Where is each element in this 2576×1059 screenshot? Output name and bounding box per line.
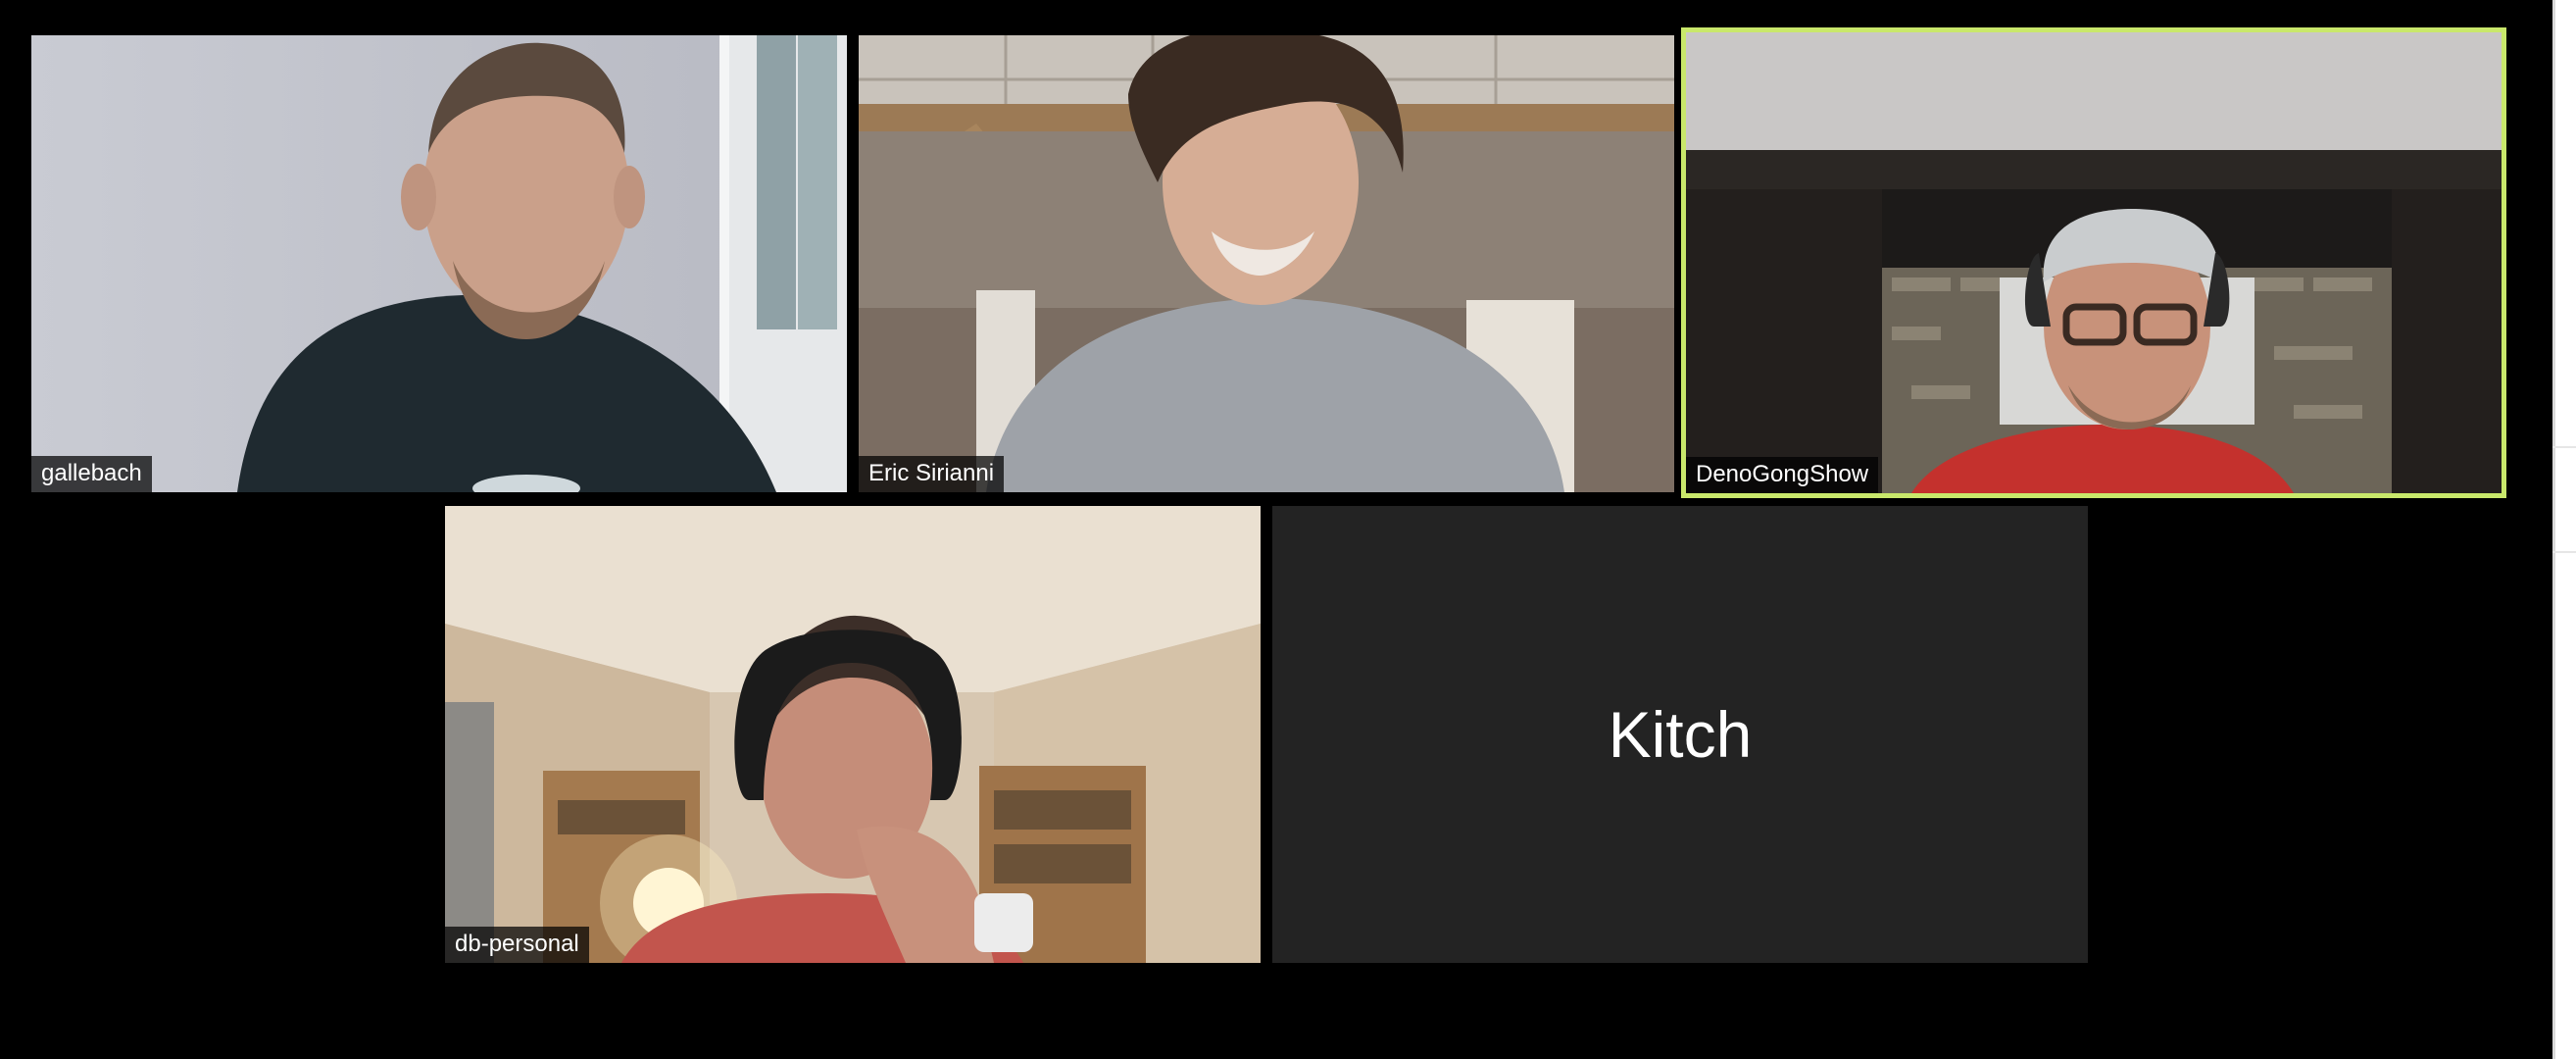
- adjacent-window-edge: [2552, 0, 2576, 1059]
- video-gallery: gallebach Eric Sirianni DenoGongShow db-…: [0, 0, 2576, 1059]
- participant-video-gallebach: [31, 35, 847, 492]
- participant-name-label: gallebach: [31, 456, 152, 492]
- participant-tile-gallebach[interactable]: gallebach: [31, 35, 847, 492]
- participant-video-denogongshow: [1686, 32, 2502, 493]
- participant-video-db-personal: [445, 506, 1261, 963]
- participant-tile-denogongshow[interactable]: DenoGongShow: [1681, 27, 2506, 498]
- participant-tile-kitch[interactable]: Kitch: [1272, 506, 2088, 963]
- participant-name-label: DenoGongShow: [1686, 457, 1879, 493]
- window-divider-line: [2552, 446, 2576, 448]
- participant-tile-eric-sirianni[interactable]: Eric Sirianni: [859, 35, 1674, 492]
- participant-name-label: db-personal: [445, 927, 589, 963]
- window-divider-line: [2552, 551, 2576, 553]
- participant-placeholder-name: Kitch: [1608, 698, 1753, 771]
- participant-name-label: Eric Sirianni: [859, 456, 1005, 492]
- participant-video-eric-sirianni: [859, 35, 1674, 492]
- participant-tile-db-personal[interactable]: db-personal: [445, 506, 1261, 963]
- window-edge-shadow: [2552, 0, 2555, 1059]
